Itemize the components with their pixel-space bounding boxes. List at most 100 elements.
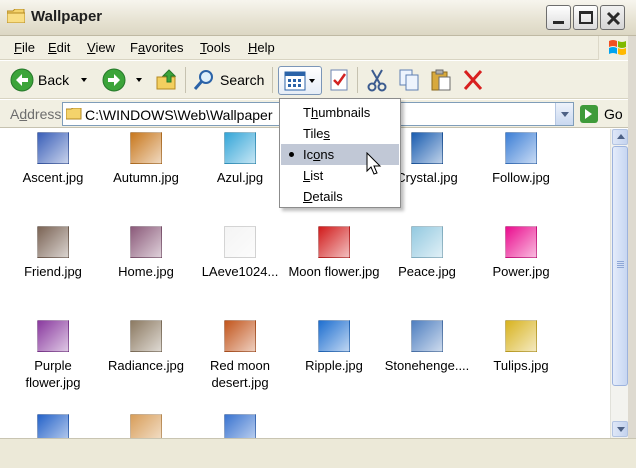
image-file-icon bbox=[505, 132, 537, 164]
file-item[interactable]: LAeve1024... bbox=[192, 226, 288, 280]
file-name: Friend.jpg bbox=[24, 264, 82, 279]
image-file-icon bbox=[37, 226, 69, 258]
file-name: Autumn.jpg bbox=[113, 170, 179, 185]
menu-view[interactable]: View bbox=[87, 40, 115, 55]
file-item[interactable]: Red moon desert.jpg bbox=[192, 320, 288, 391]
file-name: Moon flower.jpg bbox=[288, 264, 380, 279]
chevron-down-icon bbox=[561, 112, 569, 117]
file-item[interactable] bbox=[192, 414, 288, 438]
forward-button[interactable] bbox=[102, 64, 142, 96]
file-item[interactable]: Friend.jpg bbox=[5, 226, 101, 280]
file-item[interactable]: Moon flower.jpg bbox=[286, 226, 382, 280]
title-bar: Wallpaper bbox=[0, 0, 636, 36]
file-item[interactable]: Ascent.jpg bbox=[5, 132, 101, 186]
grip-icon bbox=[617, 261, 624, 269]
file-item[interactable] bbox=[5, 414, 101, 438]
scroll-down-button[interactable] bbox=[612, 421, 628, 437]
menu-help[interactable]: Help bbox=[248, 40, 275, 55]
address-value: C:\WINDOWS\Web\Wallpaper bbox=[85, 107, 273, 123]
go-arrow-icon bbox=[580, 105, 598, 123]
search-icon bbox=[193, 70, 213, 90]
file-item[interactable]: Ripple.jpg bbox=[286, 320, 382, 374]
menu-item-details[interactable]: Details bbox=[281, 186, 399, 207]
image-file-icon bbox=[224, 226, 256, 258]
file-item[interactable]: Power.jpg bbox=[473, 226, 569, 280]
file-name: Azul.jpg bbox=[216, 170, 264, 185]
image-file-icon bbox=[37, 132, 69, 164]
views-button[interactable] bbox=[278, 66, 322, 95]
views-menu: Thumbnails Tiles Icons List Details bbox=[279, 98, 401, 208]
window-title: Wallpaper bbox=[31, 8, 103, 25]
checklist-icon bbox=[330, 69, 348, 91]
status-bar bbox=[0, 438, 636, 468]
close-button[interactable] bbox=[600, 5, 625, 30]
scroll-thumb[interactable] bbox=[612, 146, 628, 386]
image-file-icon bbox=[130, 226, 162, 258]
forward-dropdown-icon[interactable] bbox=[136, 78, 142, 82]
file-name: Power.jpg bbox=[492, 264, 550, 279]
toolbar-separator bbox=[357, 67, 358, 93]
image-file-icon bbox=[224, 320, 256, 352]
menu-item-thumbnails[interactable]: Thumbnails bbox=[281, 102, 399, 123]
back-arrow-icon bbox=[10, 68, 34, 92]
scissors-icon bbox=[367, 69, 387, 92]
file-name: Ascent.jpg bbox=[22, 170, 84, 185]
menu-edit[interactable]: Edit bbox=[48, 40, 70, 55]
toolbar-separator bbox=[185, 67, 186, 93]
selected-bullet-icon bbox=[289, 152, 294, 157]
back-button[interactable]: Back bbox=[10, 64, 88, 96]
image-file-icon bbox=[411, 320, 443, 352]
search-button[interactable]: Search bbox=[192, 64, 264, 96]
file-name: LAeve1024... bbox=[201, 264, 279, 279]
delete-button[interactable] bbox=[462, 64, 484, 96]
views-dropdown-icon bbox=[309, 79, 315, 83]
menu-file[interactable]: File bbox=[14, 40, 35, 55]
minimize-icon bbox=[553, 21, 564, 24]
file-item[interactable]: Follow.jpg bbox=[473, 132, 569, 186]
image-file-icon bbox=[318, 226, 350, 258]
file-item[interactable]: Peace.jpg bbox=[379, 226, 475, 280]
image-file-icon bbox=[411, 226, 443, 258]
file-item[interactable]: Radiance.jpg bbox=[98, 320, 194, 374]
mouse-cursor-icon bbox=[366, 152, 382, 175]
chevron-down-icon bbox=[617, 427, 625, 432]
file-item[interactable] bbox=[98, 414, 194, 438]
paste-button[interactable] bbox=[430, 64, 452, 96]
file-item[interactable]: Purple flower.jpg bbox=[5, 320, 101, 391]
file-item[interactable]: Tulips.jpg bbox=[473, 320, 569, 374]
folder-icon bbox=[66, 108, 82, 120]
chevron-up-icon bbox=[617, 134, 625, 139]
toolbar-separator bbox=[272, 67, 273, 93]
up-folder-button[interactable] bbox=[155, 64, 179, 96]
file-item[interactable]: Stonehenge.... bbox=[379, 320, 475, 374]
image-file-icon bbox=[37, 320, 69, 352]
up-folder-icon bbox=[156, 69, 177, 90]
back-dropdown-icon[interactable] bbox=[81, 78, 88, 82]
file-name: Follow.jpg bbox=[492, 170, 550, 185]
image-file-icon bbox=[224, 414, 256, 438]
address-dropdown-button[interactable] bbox=[555, 103, 573, 125]
file-item[interactable]: Autumn.jpg bbox=[98, 132, 194, 186]
menu-favorites[interactable]: Favorites bbox=[130, 40, 183, 55]
vertical-scrollbar[interactable] bbox=[610, 129, 628, 438]
file-item[interactable]: Home.jpg bbox=[98, 226, 194, 280]
scroll-up-button[interactable] bbox=[612, 129, 628, 145]
file-item[interactable]: Azul.jpg bbox=[192, 132, 288, 186]
folders-button[interactable] bbox=[328, 64, 350, 96]
menu-bar: File Edit View Favorites Tools Help bbox=[0, 36, 636, 60]
maximize-icon bbox=[579, 11, 593, 24]
minimize-button[interactable] bbox=[546, 5, 571, 30]
file-name: Stonehenge.... bbox=[384, 358, 470, 373]
maximize-button[interactable] bbox=[573, 5, 598, 30]
cut-button[interactable] bbox=[366, 64, 388, 96]
menu-item-tiles[interactable]: Tiles bbox=[281, 123, 399, 144]
file-name: Radiance.jpg bbox=[108, 358, 184, 373]
go-button[interactable]: Go bbox=[580, 104, 623, 124]
paste-icon bbox=[431, 69, 451, 91]
copy-button[interactable] bbox=[398, 64, 420, 96]
menu-tools[interactable]: Tools bbox=[200, 40, 230, 55]
image-file-icon bbox=[505, 226, 537, 258]
file-name: Ripple.jpg bbox=[305, 358, 363, 373]
image-file-icon bbox=[224, 132, 256, 164]
file-name: Red moon desert.jpg bbox=[210, 358, 270, 390]
